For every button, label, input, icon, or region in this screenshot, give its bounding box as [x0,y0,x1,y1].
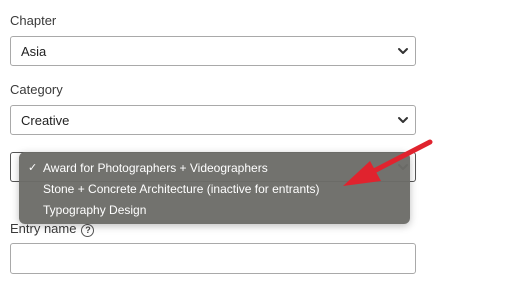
category-select-value: Creative [21,113,70,128]
category-select[interactable]: Creative [10,105,416,135]
dropdown-option[interactable]: Typography Design [43,203,146,217]
entry-form: Chapter Asia Category Creative Entry nam… [0,0,508,294]
chevron-down-icon [398,48,408,54]
question-circle-icon[interactable]: ? [81,224,95,237]
chapter-label: Chapter [10,13,57,28]
entry-name-input[interactable] [10,243,416,274]
category-label: Category [10,82,63,97]
checkmark-icon: ✓ [28,162,38,174]
chevron-down-icon [398,117,408,123]
chapter-select-value: Asia [21,44,47,59]
dropdown-option[interactable]: Stone + Concrete Architecture (inactive … [43,182,319,196]
award-dropdown-menu: ✓ Award for Photographers + Videographer… [19,152,410,224]
dropdown-option[interactable]: Award for Photographers + Videographers [43,161,268,175]
chapter-select[interactable]: Asia [10,36,416,66]
